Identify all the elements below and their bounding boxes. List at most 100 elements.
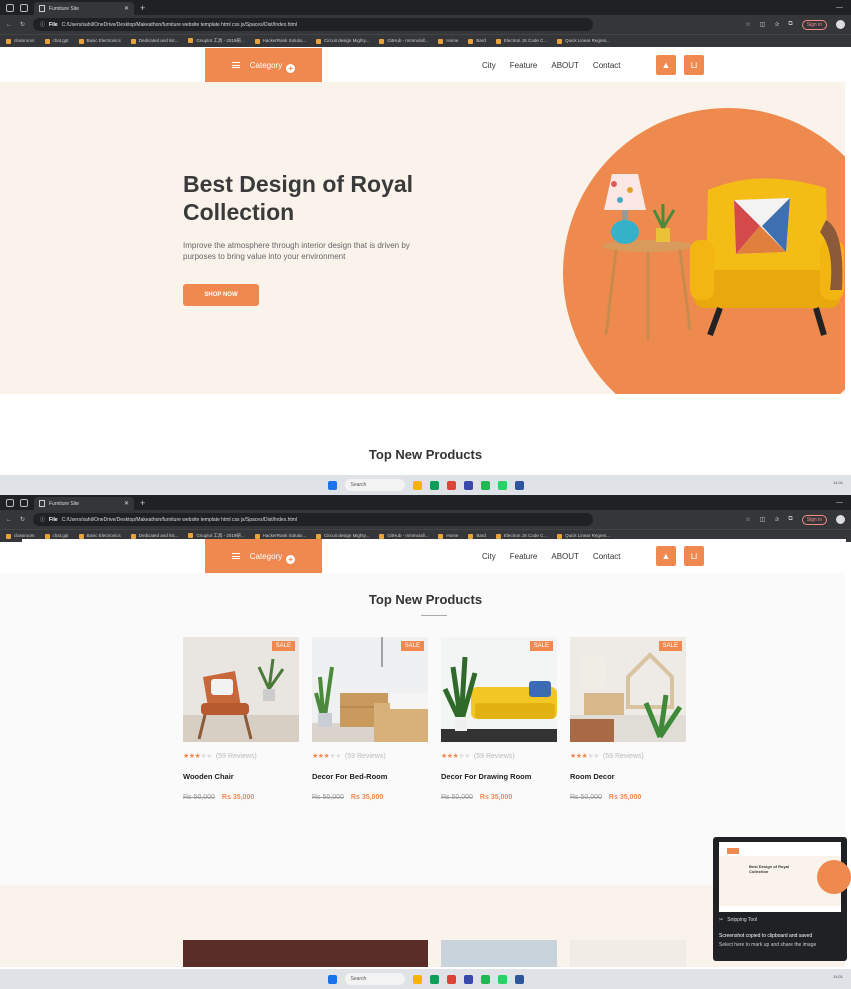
- bookmark-item[interactable]: Gnuplot 工具 - 2019研...: [188, 38, 244, 44]
- word-icon[interactable]: [514, 974, 524, 984]
- bookmark-item[interactable]: HackerRank Solutio...: [255, 533, 307, 538]
- bookmark-item[interactable]: Dedicated and list...: [131, 533, 179, 538]
- nav-link-about[interactable]: ABOUT: [551, 61, 579, 70]
- avatar-icon[interactable]: [836, 515, 845, 524]
- nav-link-contact[interactable]: Contact: [593, 61, 621, 70]
- product-image[interactable]: SALE: [441, 637, 557, 742]
- app-icon[interactable]: [463, 480, 473, 490]
- app-icon[interactable]: [412, 974, 422, 984]
- browser-tab[interactable]: Furniture Site ✕: [34, 2, 134, 15]
- product-card[interactable]: SALE ★★★★★ (59 Reviews) Decor For Drawin…: [441, 637, 557, 801]
- collections-icon[interactable]: ⧉: [788, 21, 792, 28]
- new-tab-icon[interactable]: +: [140, 498, 145, 508]
- new-tab-icon[interactable]: +: [140, 3, 145, 13]
- close-tab-icon[interactable]: ✕: [124, 5, 129, 12]
- bookmark-item[interactable]: classroom: [6, 38, 35, 43]
- minimize-icon[interactable]: —: [836, 499, 843, 506]
- product-name[interactable]: Room Decor: [570, 772, 686, 781]
- back-icon[interactable]: ←: [6, 517, 12, 523]
- bookmark-item[interactable]: Bard: [468, 533, 486, 538]
- nav-link-city[interactable]: City: [482, 552, 496, 561]
- app-icon[interactable]: [446, 480, 456, 490]
- favorites-icon[interactable]: ✰: [774, 516, 779, 523]
- category-button[interactable]: Category +: [205, 48, 322, 82]
- bookmark-item[interactable]: Quick Linear Regres...: [557, 38, 610, 43]
- product-image[interactable]: SALE: [570, 637, 686, 742]
- app-icon[interactable]: [429, 480, 439, 490]
- taskbar-search[interactable]: Search: [344, 479, 405, 491]
- favorites-icon[interactable]: ✰: [774, 21, 779, 28]
- address-bar[interactable]: ⓘ File C:/Users/sahil/OneDrive/Desktop/M…: [33, 18, 594, 31]
- windows-start-icon[interactable]: [327, 974, 337, 984]
- product-image[interactable]: SALE: [312, 637, 428, 742]
- split-icon[interactable]: ◫: [760, 516, 766, 523]
- taskbar-search[interactable]: Search: [344, 973, 405, 985]
- sign-in-button[interactable]: Sign in: [801, 19, 827, 30]
- bookmark-item[interactable]: chat.gpt: [45, 38, 69, 43]
- tab-actions-icon[interactable]: [20, 3, 28, 12]
- snipping-notification[interactable]: Best Design of Royal Collection ✂ Snippi…: [713, 837, 851, 961]
- tab-actions-icon[interactable]: [20, 498, 28, 507]
- spotify-icon[interactable]: [480, 480, 490, 490]
- nav-link-contact[interactable]: Contact: [593, 552, 621, 561]
- bookmark-item[interactable]: Basic Electronics: [79, 38, 121, 43]
- back-icon[interactable]: ←: [6, 22, 12, 28]
- app-icon[interactable]: [429, 974, 439, 984]
- word-icon[interactable]: [514, 480, 524, 490]
- user-icon-button[interactable]: ▲: [656, 55, 676, 75]
- product-name[interactable]: Decor For Bed-Room: [312, 772, 428, 781]
- snip-thumbnail[interactable]: Best Design of Royal Collection: [719, 842, 851, 912]
- product-card[interactable]: SALE ★★★★★ (59 Reviews) Room Decor Rs 50…: [570, 637, 686, 801]
- product-name[interactable]: Decor For Drawing Room: [441, 772, 557, 781]
- sign-in-button[interactable]: Sign in: [801, 514, 827, 525]
- browser-tab[interactable]: Furniture Site ✕: [34, 497, 134, 510]
- reload-icon[interactable]: ↻: [20, 516, 25, 523]
- nav-link-feature[interactable]: Feature: [510, 61, 538, 70]
- app-icon[interactable]: [446, 974, 456, 984]
- minimize-icon[interactable]: —: [836, 4, 843, 11]
- avatar-icon[interactable]: [836, 20, 845, 29]
- windows-start-icon[interactable]: [327, 480, 337, 490]
- whatsapp-icon[interactable]: [497, 480, 507, 490]
- whatsapp-icon[interactable]: [497, 974, 507, 984]
- app-icon[interactable]: [463, 974, 473, 984]
- cart-icon-button[interactable]: ⊔: [684, 546, 704, 566]
- nav-link-feature[interactable]: Feature: [510, 552, 538, 561]
- bookmark-item[interactable]: Dedicated and list...: [131, 38, 179, 43]
- reload-icon[interactable]: ↻: [20, 21, 25, 28]
- product-name[interactable]: Wooden Chair: [183, 772, 299, 781]
- star-icon[interactable]: ☆: [745, 516, 750, 523]
- bookmark-item[interactable]: Quick Linear Regres...: [557, 533, 610, 538]
- bookmark-item[interactable]: Circuit design Mighty...: [316, 38, 369, 43]
- app-icon[interactable]: [412, 480, 422, 490]
- bookmark-item[interactable]: Home: [438, 533, 458, 538]
- product-card[interactable]: SALE ★★★★★ (59 Reviews) Decor For Bed-Ro…: [312, 637, 428, 801]
- nav-link-city[interactable]: City: [482, 61, 496, 70]
- star-icon[interactable]: ☆: [745, 21, 750, 28]
- bookmark-item[interactable]: chat.gpt: [45, 533, 69, 538]
- shop-now-button[interactable]: SHOP NOW: [183, 284, 259, 306]
- bookmark-item[interactable]: Circuit design Mighty...: [316, 533, 369, 538]
- product-card[interactable]: SALE ★★★★★ (59 Reviews) Wooden Chair Rs …: [183, 637, 299, 801]
- bookmark-item[interactable]: Electron JS Code C...: [496, 38, 547, 43]
- bookmark-item[interactable]: Bard: [468, 38, 486, 43]
- cart-icon-button[interactable]: ⊔: [684, 55, 704, 75]
- collections-icon[interactable]: ⧉: [788, 516, 792, 523]
- bookmark-item[interactable]: GitHub - mmmx/all...: [379, 38, 428, 43]
- bookmark-item[interactable]: HackerRank Solutio...: [255, 38, 307, 43]
- close-tab-icon[interactable]: ✕: [124, 500, 129, 507]
- bookmark-item[interactable]: GitHub - mmmx/all...: [379, 533, 428, 538]
- split-icon[interactable]: ◫: [760, 21, 766, 28]
- window-icon[interactable]: [6, 498, 14, 507]
- bookmark-item[interactable]: Electron JS Code C...: [496, 533, 547, 538]
- user-icon-button[interactable]: ▲: [656, 546, 676, 566]
- bookmark-item[interactable]: classroom: [6, 533, 35, 538]
- spotify-icon[interactable]: [480, 974, 490, 984]
- window-icon[interactable]: [6, 3, 14, 12]
- nav-link-about[interactable]: ABOUT: [551, 552, 579, 561]
- bookmark-item[interactable]: Basic Electronics: [79, 533, 121, 538]
- bookmark-item[interactable]: Home: [438, 38, 458, 43]
- product-image[interactable]: SALE: [183, 637, 299, 742]
- category-button[interactable]: Category +: [205, 539, 322, 573]
- address-bar[interactable]: ⓘ File C:/Users/sahil/OneDrive/Desktop/M…: [33, 513, 594, 526]
